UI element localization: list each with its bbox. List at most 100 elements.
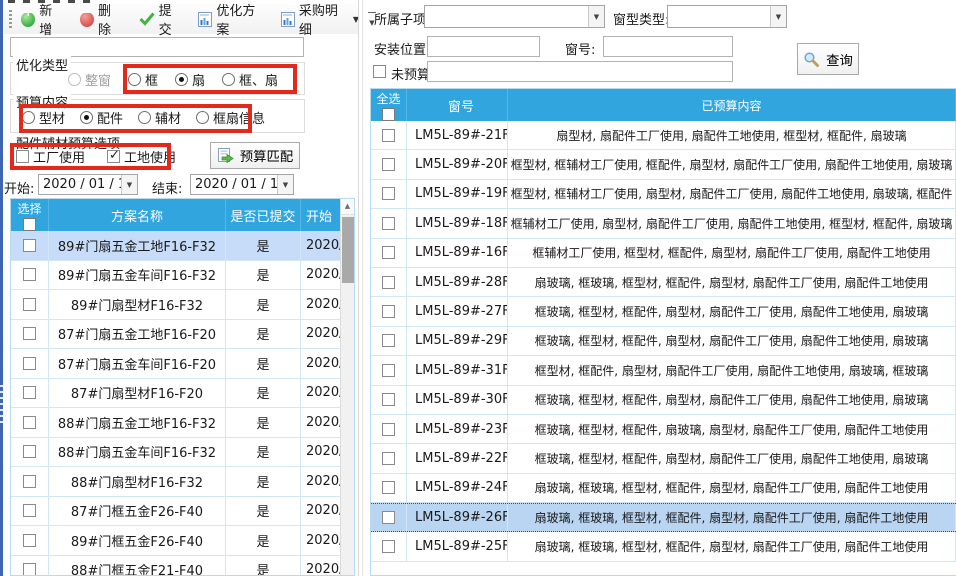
optimize-type-radio-option[interactable]: 扇 bbox=[175, 70, 205, 89]
date-end-label: 结束: bbox=[152, 178, 182, 197]
submitted-column-header[interactable]: 是否已提交 bbox=[226, 199, 301, 231]
row-checkbox[interactable] bbox=[382, 334, 395, 347]
row-checkbox[interactable] bbox=[23, 416, 36, 429]
chevron-down-icon[interactable]: ▼ bbox=[770, 6, 786, 27]
row-checkbox[interactable] bbox=[23, 445, 36, 458]
plan-table-row[interactable]: 88#门扇五金工地F16-F32是2020/0 bbox=[11, 408, 354, 438]
splitter-grip[interactable] bbox=[0, 385, 3, 427]
row-checkbox[interactable] bbox=[23, 475, 36, 488]
usage-checkbox-option[interactable]: 工厂使用 bbox=[16, 147, 85, 166]
row-checkbox[interactable] bbox=[382, 305, 395, 318]
plan-table-row[interactable]: 89#门框五金F26-F40是2020/0 bbox=[11, 526, 354, 556]
no-budget-checkbox[interactable] bbox=[373, 65, 386, 78]
row-checkbox[interactable] bbox=[382, 129, 395, 142]
window-type-combobox[interactable]: ▼ bbox=[667, 5, 787, 28]
window-no-input[interactable] bbox=[603, 36, 733, 57]
budget-table-row[interactable]: LM5L-89#-20F18框型材, 框辅材工厂使用, 框配件, 扇型材, 扇配… bbox=[371, 150, 956, 179]
optimize-type-radio-option[interactable]: 框、扇 bbox=[222, 70, 278, 89]
budget-table-row[interactable]: LM5L-89#-19F17框型材, 框辅材工厂使用, 扇型材, 扇配件工厂使用… bbox=[371, 180, 956, 209]
submit-button[interactable]: 提交 bbox=[136, 0, 186, 40]
row-checkbox[interactable] bbox=[23, 327, 36, 340]
plan-table-row[interactable]: 87#门扇五金车间F16-F20是2020/0 bbox=[11, 349, 354, 379]
add-icon: + bbox=[21, 12, 35, 27]
usage-checkbox-option[interactable]: 工地使用 bbox=[107, 147, 176, 166]
row-checkbox[interactable] bbox=[382, 187, 395, 200]
app-window: + 新增 − 删除 提交 优化方案 采购明细 ▼ ▼ bbox=[0, 0, 956, 576]
date-end-picker[interactable]: 2020 / 01 / 13 ▼ bbox=[190, 174, 294, 195]
budget-table-row[interactable]: LM5L-89#-25F23扇玻璃, 框玻璃, 框型材, 框配件, 扇型材, 扇… bbox=[371, 532, 956, 561]
plan-filter-input[interactable] bbox=[10, 37, 304, 57]
no-budget-input[interactable] bbox=[427, 61, 733, 82]
row-checkbox[interactable] bbox=[382, 217, 395, 230]
window-no-column-header[interactable]: 窗号 bbox=[407, 89, 508, 121]
row-checkbox[interactable] bbox=[382, 481, 395, 494]
toolbar-grip[interactable] bbox=[9, 10, 12, 28]
row-checkbox[interactable] bbox=[382, 540, 395, 553]
budget-table-row[interactable]: LM5L-89#-16F15框辅材工厂使用, 框型材, 框配件, 扇型材, 扇配… bbox=[371, 239, 956, 268]
budget-content-radio-option[interactable]: 框扇信息 bbox=[196, 108, 265, 127]
chevron-down-icon[interactable]: ▼ bbox=[277, 175, 293, 194]
date-start-picker[interactable]: 2020 / 01 / 1 ▼ bbox=[38, 174, 138, 195]
budget-table-row[interactable]: LM5L-89#-31F29框型材, 框配件, 扇型材, 扇配件工厂使用, 扇配… bbox=[371, 356, 956, 385]
budget-table-row[interactable]: LM5L-89#-30F28框玻璃, 框型材, 框配件, 扇型材, 扇配件工厂使… bbox=[371, 386, 956, 415]
sub-item-combobox[interactable]: ▼ bbox=[424, 5, 605, 28]
budget-content-radio-option[interactable]: 辅材 bbox=[138, 108, 181, 127]
optimize-type-radio-option[interactable]: 框 bbox=[128, 70, 158, 89]
add-button[interactable]: + 新增 bbox=[18, 0, 67, 40]
plan-table-row[interactable]: 88#门框五金F21-F40是2020/0 bbox=[11, 556, 354, 576]
plan-table-row[interactable]: 89#门扇型材F16-F32是2020/0 bbox=[11, 290, 354, 320]
scroll-up-arrow-icon[interactable]: ▲ bbox=[341, 199, 354, 215]
budget-table-row[interactable]: LM5L-89#-29F27框玻璃, 框型材, 框配件, 扇型材, 扇配件工厂使… bbox=[371, 327, 956, 356]
row-checkbox[interactable] bbox=[23, 298, 36, 311]
delete-button-label: 删除 bbox=[98, 0, 123, 38]
optimize-plan-button[interactable]: 优化方案 bbox=[195, 0, 268, 40]
row-checkbox[interactable] bbox=[23, 534, 36, 547]
budget-table-row[interactable]: LM5L-89#-22F20框玻璃, 框型材, 框配件, 扇型材, 扇配件工厂使… bbox=[371, 444, 956, 473]
select-all-checkbox[interactable] bbox=[23, 218, 36, 231]
row-checkbox[interactable] bbox=[23, 357, 36, 370]
select-all-checkbox[interactable] bbox=[382, 108, 395, 121]
scrollbar-thumb[interactable] bbox=[342, 217, 354, 283]
plan-table-row[interactable]: 87#门框五金F26-F40是2020/0 bbox=[11, 497, 354, 527]
delete-button[interactable]: − 删除 bbox=[77, 0, 126, 40]
plan-table-scrollbar[interactable]: ▲ bbox=[340, 199, 354, 575]
row-checkbox[interactable] bbox=[23, 239, 36, 252]
budget-match-button[interactable]: 预算匹配 bbox=[210, 142, 300, 169]
budget-table-row[interactable]: LM5L-89#-26F24扇玻璃, 框玻璃, 框型材, 框配件, 扇型材, 扇… bbox=[371, 503, 956, 532]
budget-table-row[interactable]: LM5L-89#-21F19扇型材, 扇配件工厂使用, 扇配件工地使用, 框型材… bbox=[371, 121, 956, 150]
purchase-detail-button[interactable]: 采购明细 ▼ bbox=[278, 0, 362, 40]
row-checkbox[interactable] bbox=[382, 246, 395, 259]
budget-table-row[interactable]: LM5L-89#-24F22扇玻璃, 框玻璃, 框型材, 框配件, 扇型材, 扇… bbox=[371, 474, 956, 503]
row-checkbox[interactable] bbox=[382, 423, 395, 436]
row-checkbox[interactable] bbox=[23, 386, 36, 399]
plan-table-row[interactable]: 87#门扇型材F16-F20是2020/0 bbox=[11, 379, 354, 409]
plan-table-row[interactable]: 87#门扇五金工地F16-F20是2020/0 bbox=[11, 320, 354, 350]
install-position-input[interactable] bbox=[427, 36, 540, 57]
row-checkbox[interactable] bbox=[382, 452, 395, 465]
row-checkbox[interactable] bbox=[382, 393, 395, 406]
budget-table-row[interactable]: LM5L-89#-27F25框玻璃, 框型材, 框配件, 扇型材, 扇配件工厂使… bbox=[371, 297, 956, 326]
budget-content-radio-option[interactable]: 配件 bbox=[80, 108, 123, 127]
plan-table-row[interactable]: 88#门扇型材F16-F32是2020/0 bbox=[11, 467, 354, 497]
row-checkbox[interactable] bbox=[23, 268, 36, 281]
submitted-cell: 是 bbox=[226, 497, 301, 526]
row-checkbox[interactable] bbox=[382, 364, 395, 377]
panel-splitter[interactable] bbox=[358, 0, 368, 576]
plan-table-row[interactable]: 89#门扇五金工地F16-F32是2020/0 bbox=[11, 231, 354, 261]
plan-name-column-header[interactable]: 方案名称 bbox=[49, 199, 226, 231]
budget-table-row[interactable]: LM5L-89#-28F26扇玻璃, 框玻璃, 框型材, 框配件, 扇型材, 扇… bbox=[371, 268, 956, 297]
row-checkbox[interactable] bbox=[382, 276, 395, 289]
row-checkbox[interactable] bbox=[382, 158, 395, 171]
row-checkbox[interactable] bbox=[23, 504, 36, 517]
budget-content-column-header[interactable]: 已预算内容 bbox=[508, 89, 956, 121]
plan-table-row[interactable]: 88#门扇五金车间F16-F32是2020/0 bbox=[11, 438, 354, 468]
budget-table-row[interactable]: LM5L-89#-18F16框辅材工厂使用, 扇型材, 扇配件工厂使用, 扇配件… bbox=[371, 209, 956, 238]
row-checkbox[interactable] bbox=[382, 511, 395, 524]
chevron-down-icon[interactable]: ▼ bbox=[588, 6, 604, 27]
budget-content-radio-option[interactable]: 型材 bbox=[22, 108, 65, 127]
query-button[interactable]: 查询 bbox=[797, 43, 859, 75]
plan-table-row[interactable]: 89#门扇五金车间F16-F32是2020/0 bbox=[11, 261, 354, 291]
budget-table-row[interactable]: LM5L-89#-23F21框玻璃, 框型材, 框配件, 扇玻璃, 扇型材, 扇… bbox=[371, 415, 956, 444]
row-checkbox[interactable] bbox=[23, 563, 36, 576]
chevron-down-icon[interactable]: ▼ bbox=[121, 175, 137, 194]
